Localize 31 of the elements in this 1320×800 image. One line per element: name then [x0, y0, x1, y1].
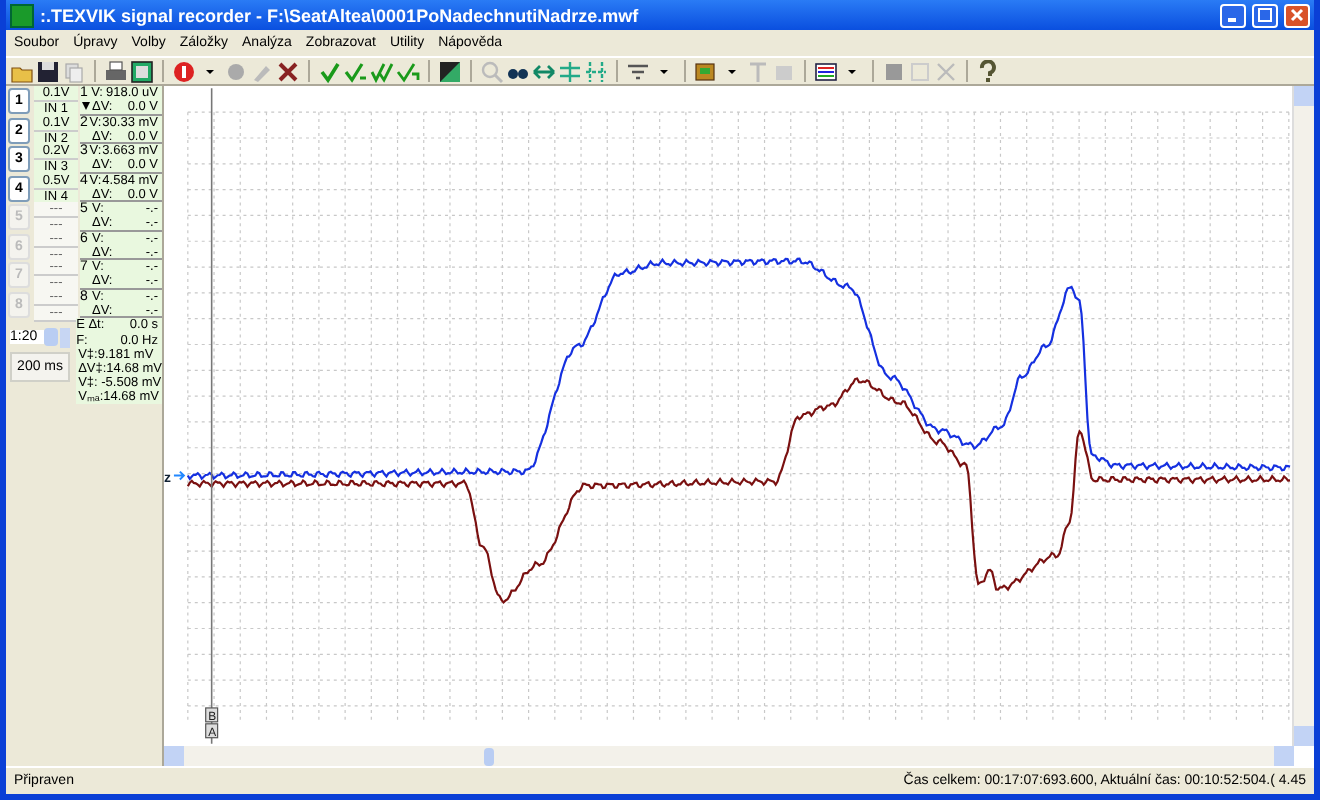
image-icon[interactable]	[130, 59, 154, 83]
close-button[interactable]	[1284, 3, 1310, 27]
layers-icon[interactable]	[694, 59, 718, 83]
dot-icon[interactable]	[224, 59, 248, 83]
horizontal-scrollbar[interactable]	[164, 746, 1294, 766]
cursor-lines-icon[interactable]	[558, 59, 582, 83]
check-icon[interactable]	[344, 59, 368, 83]
arrow-icon	[172, 470, 186, 481]
double-check-icon[interactable]	[370, 59, 394, 83]
record-icon[interactable]	[172, 59, 196, 83]
channels-icon[interactable]	[814, 59, 838, 83]
minimize-button[interactable]	[1220, 3, 1246, 27]
printer-icon[interactable]	[104, 59, 128, 83]
cursor-lines-icon[interactable]	[584, 59, 608, 83]
scroll-thumb[interactable]	[484, 747, 494, 765]
window-title: :.TEXVIK signal recorder - F:\SeatAltea\0001PoNadechnutiNadrze.mwf	[40, 5, 641, 25]
scale-icon[interactable]	[626, 59, 650, 83]
check-icon[interactable]	[396, 59, 420, 83]
arrows-icon[interactable]	[532, 59, 556, 83]
maximize-icon	[1258, 8, 1272, 22]
cross-tool-icon[interactable]	[276, 59, 300, 83]
stop-icon[interactable]	[882, 59, 906, 83]
check-icon[interactable]	[318, 59, 342, 83]
contrast-icon[interactable]	[438, 59, 462, 83]
cursor-line[interactable]	[210, 87, 213, 745]
app-icon	[10, 3, 34, 27]
maximize-button[interactable]	[1252, 3, 1278, 27]
save-icon[interactable]	[36, 59, 60, 83]
close-icon	[1290, 8, 1304, 22]
spinner-icon	[60, 327, 70, 347]
help-icon[interactable]	[976, 59, 1000, 83]
